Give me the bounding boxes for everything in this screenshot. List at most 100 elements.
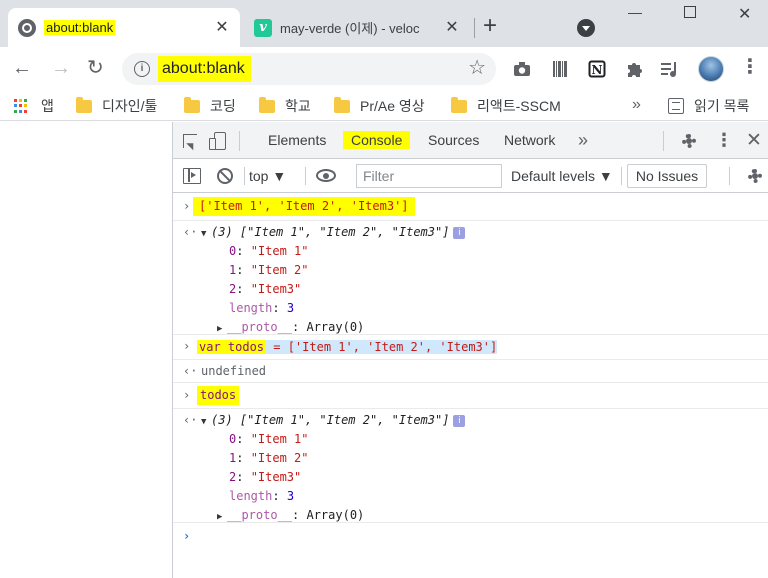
close-window-icon[interactable]: ✕ [738, 4, 751, 24]
more-tabs-button[interactable]: » [578, 130, 588, 151]
tab-about-blank[interactable]: about:blank ✕ [8, 8, 240, 47]
info-icon[interactable]: i [134, 61, 150, 77]
output-return-icon: ‹· [183, 413, 198, 427]
new-tab-icon[interactable]: + [483, 14, 497, 38]
input-expression: var todos = ['Item 1', 'Item 2', 'Item3'… [197, 340, 498, 354]
input-prompt-icon: › [183, 339, 191, 353]
bookmark-label: 디자인/툴 [102, 98, 158, 114]
console-prompt-row[interactable]: › [173, 522, 768, 552]
issues-button[interactable]: No Issues [627, 164, 707, 188]
tab-velog[interactable]: v may-verde (이제) - veloc ✕ [244, 8, 470, 47]
media-control-icon[interactable] [660, 59, 680, 79]
filter-input[interactable]: Filter [356, 164, 502, 188]
info-badge-icon: i [453, 227, 466, 239]
tab-sources[interactable]: Sources [428, 132, 479, 148]
inspect-element-icon[interactable] [183, 134, 197, 148]
array-property: 2: "Item3" [229, 282, 302, 296]
console-settings-gear-icon[interactable] [746, 167, 764, 185]
info-badge-icon: i [453, 415, 466, 427]
tab-separator [474, 18, 475, 38]
tab-elements[interactable]: Elements [268, 132, 326, 148]
bookmark-folder-design[interactable]: 디자인/툴 [76, 96, 157, 116]
camera-extension-icon[interactable] [512, 59, 532, 79]
folder-icon [451, 96, 467, 113]
input-prompt-icon: › [183, 388, 191, 402]
array-property: 2: "Item3" [229, 470, 302, 484]
expanded-triangle-icon: ▼ [201, 229, 207, 239]
close-devtools-icon[interactable]: ✕ [746, 129, 762, 152]
array-length: length: 3 [229, 301, 295, 315]
input-prompt-icon: › [183, 199, 191, 213]
log-levels-dropdown[interactable]: Default levels ▼ [511, 166, 613, 186]
array-length: length: 3 [229, 489, 295, 503]
profile-avatar[interactable] [698, 56, 724, 82]
expanded-triangle-icon: ▼ [201, 417, 207, 427]
console-input-row: › var todos = ['Item 1', 'Item 2', 'Item… [173, 334, 768, 359]
reading-list-button[interactable]: 읽기 목록 [668, 96, 749, 116]
array-summary[interactable]: ▼ (3) ["Item 1", "Item 2", "Item3"] i [201, 411, 466, 432]
close-tab-icon[interactable]: ✕ [214, 19, 230, 36]
forward-icon[interactable]: → [51, 58, 71, 78]
console-prompt-icon: › [183, 529, 191, 543]
tab-console[interactable]: Console [343, 131, 411, 149]
settings-gear-icon[interactable] [680, 132, 698, 150]
divider [729, 167, 730, 185]
bookmark-label: 코딩 [210, 98, 236, 114]
devtools-menu-icon[interactable]: ⋮ [715, 130, 733, 151]
divider [621, 167, 622, 185]
device-toolbar-icon[interactable] [209, 132, 227, 150]
svg-text:N: N [592, 63, 603, 77]
bookmark-folder-coding[interactable]: 코딩 [184, 96, 236, 116]
show-sidebar-icon[interactable] [183, 168, 201, 184]
bookmark-label: 앱 [41, 98, 54, 114]
reload-icon[interactable]: ↻ [87, 58, 104, 78]
context-selector[interactable]: top ▼ [249, 166, 286, 186]
console-output-row: ‹· undefined [173, 359, 768, 382]
tab-title: may-verde (이제) - veloc [280, 21, 420, 36]
array-property: 0: "Item 1" [229, 244, 309, 258]
devtools-tabbar: Elements Console Sources Network » ⋮ ✕ [173, 122, 768, 159]
live-expression-eye-icon[interactable] [316, 169, 336, 182]
input-expression: todos [197, 386, 240, 405]
array-property: 0: "Item 1" [229, 432, 309, 446]
url-text[interactable]: about:blank [158, 56, 251, 82]
tab-title: about:blank [44, 20, 116, 35]
minimize-icon[interactable]: — [628, 4, 642, 20]
bookmarks-overflow-button[interactable]: » [632, 96, 641, 114]
barcode-extension-icon[interactable] [550, 59, 570, 79]
divider [663, 131, 664, 151]
bookmark-folder-react[interactable]: 리액트-SSCM [451, 96, 561, 116]
output-return-icon: ‹· [183, 225, 198, 239]
tab-search-icon[interactable] [577, 19, 595, 37]
browser-menu-icon[interactable]: ⋮ [740, 57, 760, 77]
console-output-row: ‹· ▼ (3) ["Item 1", "Item 2", "Item3"] i 0… [173, 220, 768, 334]
tab-network[interactable]: Network [504, 132, 555, 148]
tab-console-label: Console [343, 131, 411, 149]
console-toolbar: top ▼ Filter Default levels ▼ No Issues [173, 159, 768, 193]
input-expression: ['Item 1', 'Item 2', 'Item3'] [193, 197, 415, 216]
tab-strip: about:blank ✕ v may-verde (이제) - veloc ✕… [0, 0, 768, 47]
bookmark-folder-video[interactable]: Pr/Ae 영상 [334, 96, 425, 116]
address-bar[interactable]: i about:blank ☆ [122, 53, 496, 85]
console-input-row: › ['Item 1', 'Item 2', 'Item3'] [173, 194, 768, 220]
back-icon[interactable]: ← [12, 58, 32, 78]
output-return-icon: ‹· [183, 364, 198, 378]
apps-grid-icon [14, 98, 29, 114]
page-viewport [0, 122, 172, 578]
clear-console-icon[interactable] [217, 168, 233, 184]
devtools-panel: Elements Console Sources Network » ⋮ ✕ t… [172, 122, 768, 578]
array-property: 1: "Item 2" [229, 263, 309, 277]
browser-toolbar: ← → ↻ i about:blank ☆ N ⋮ [0, 47, 768, 92]
bookmark-star-icon[interactable]: ☆ [468, 58, 486, 78]
bookmarks-bar: 앱 디자인/툴 코딩 학교 Pr/Ae 영상 리액트-SSCM » 읽기 목록 [0, 92, 768, 121]
array-summary[interactable]: ▼ (3) ["Item 1", "Item 2", "Item3"] i [201, 223, 466, 244]
undefined-result: undefined [201, 364, 267, 378]
folder-icon [334, 96, 350, 113]
bookmark-apps[interactable]: 앱 [14, 96, 54, 116]
notion-icon[interactable]: N [587, 59, 607, 79]
bookmark-folder-school[interactable]: 학교 [259, 96, 311, 116]
maximize-icon[interactable] [684, 6, 696, 18]
close-tab-icon[interactable]: ✕ [444, 19, 460, 36]
extensions-puzzle-icon[interactable] [624, 59, 644, 79]
divider [305, 167, 306, 185]
